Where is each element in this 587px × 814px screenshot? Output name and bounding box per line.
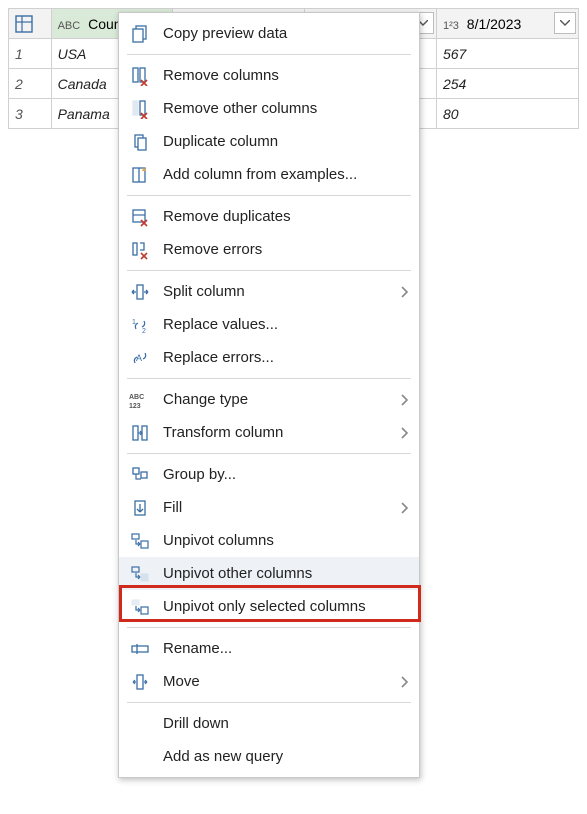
- add-column-examples-icon: [127, 162, 153, 188]
- menu-separator: [127, 702, 411, 703]
- split-column-icon: [127, 279, 153, 305]
- table-icon: [15, 15, 45, 33]
- row-number: 2: [9, 69, 52, 99]
- menu-label: Remove other columns: [163, 100, 409, 117]
- menu-remove-duplicates[interactable]: Remove duplicates: [119, 200, 419, 233]
- menu-label: Group by...: [163, 466, 409, 483]
- menu-label: Unpivot other columns: [163, 565, 409, 582]
- cell-value[interactable]: 80: [436, 99, 578, 129]
- menu-separator: [127, 453, 411, 454]
- copy-icon: [127, 21, 153, 47]
- menu-remove-columns[interactable]: Remove columns: [119, 59, 419, 92]
- menu-change-type[interactable]: ABC 123 Change type: [119, 383, 419, 416]
- menu-label: Transform column: [163, 424, 401, 441]
- row-number: 1: [9, 39, 52, 69]
- menu-duplicate-column[interactable]: Duplicate column: [119, 125, 419, 158]
- menu-separator: [127, 378, 411, 379]
- chevron-right-icon: [401, 502, 409, 514]
- chevron-right-icon: [401, 676, 409, 688]
- menu-unpivot-other-columns[interactable]: Unpivot other columns: [119, 557, 419, 590]
- transform-column-icon: [127, 420, 153, 446]
- menu-add-as-new-query[interactable]: Add as new query: [119, 740, 419, 773]
- unpivot-selected-icon: [127, 594, 153, 620]
- menu-copy-preview-data[interactable]: Copy preview data: [119, 17, 419, 50]
- chevron-right-icon: [401, 427, 409, 439]
- menu-remove-errors[interactable]: Remove errors: [119, 233, 419, 266]
- menu-remove-other-columns[interactable]: Remove other columns: [119, 92, 419, 125]
- cell-value[interactable]: 254: [436, 69, 578, 99]
- menu-group-by[interactable]: Group by...: [119, 458, 419, 491]
- table-corner-cell[interactable]: [9, 9, 52, 39]
- replace-values-icon: 12: [127, 312, 153, 338]
- blank-icon: [127, 744, 153, 770]
- menu-label: Unpivot only selected columns: [163, 598, 409, 615]
- menu-separator: [127, 627, 411, 628]
- menu-rename[interactable]: Rename...: [119, 632, 419, 665]
- menu-fill[interactable]: Fill: [119, 491, 419, 524]
- remove-columns-icon: [127, 63, 153, 89]
- menu-label: Move: [163, 673, 401, 690]
- menu-label: Remove errors: [163, 241, 409, 258]
- move-icon: [127, 669, 153, 695]
- change-type-icon: ABC 123: [127, 387, 153, 413]
- menu-add-column-from-examples[interactable]: Add column from examples...: [119, 158, 419, 191]
- menu-unpivot-only-selected[interactable]: Unpivot only selected columns: [119, 590, 419, 623]
- menu-label: Remove duplicates: [163, 208, 409, 225]
- svg-text:ABC: ABC: [129, 394, 144, 401]
- filter-dropdown-button[interactable]: [554, 12, 576, 34]
- menu-label: Rename...: [163, 640, 409, 657]
- type-badge-text: ABC: [58, 20, 81, 32]
- cell-value[interactable]: 567: [436, 39, 578, 69]
- menu-replace-values[interactable]: 12 Replace values...: [119, 308, 419, 341]
- duplicate-icon: [127, 129, 153, 155]
- menu-label: Change type: [163, 391, 401, 408]
- column-header-date3[interactable]: 1²3 8/1/2023: [436, 9, 578, 39]
- remove-duplicates-icon: [127, 204, 153, 230]
- chevron-right-icon: [401, 286, 409, 298]
- menu-label: Copy preview data: [163, 25, 409, 42]
- menu-drill-down[interactable]: Drill down: [119, 707, 419, 740]
- remove-other-columns-icon: [127, 96, 153, 122]
- column-name: 8/1/2023: [467, 16, 522, 32]
- row-number: 3: [9, 99, 52, 129]
- menu-label: Unpivot columns: [163, 532, 409, 549]
- type-badge-number: 1²3: [443, 20, 459, 32]
- menu-label: Replace values...: [163, 316, 409, 333]
- menu-separator: [127, 54, 411, 55]
- group-by-icon: [127, 462, 153, 488]
- menu-label: Add as new query: [163, 748, 409, 765]
- fill-icon: [127, 495, 153, 521]
- unpivot-icon: [127, 528, 153, 554]
- menu-label: Fill: [163, 499, 401, 516]
- chevron-right-icon: [401, 394, 409, 406]
- menu-label: Drill down: [163, 715, 409, 732]
- menu-label: Remove columns: [163, 67, 409, 84]
- replace-errors-icon: A: [127, 345, 153, 371]
- menu-move[interactable]: Move: [119, 665, 419, 698]
- svg-text:123: 123: [129, 403, 141, 410]
- menu-separator: [127, 270, 411, 271]
- menu-label: Replace errors...: [163, 349, 409, 366]
- menu-split-column[interactable]: Split column: [119, 275, 419, 308]
- menu-unpivot-columns[interactable]: Unpivot columns: [119, 524, 419, 557]
- remove-errors-icon: [127, 237, 153, 263]
- menu-label: Duplicate column: [163, 133, 409, 150]
- unpivot-other-icon: [127, 561, 153, 587]
- blank-icon: [127, 711, 153, 737]
- menu-replace-errors[interactable]: A Replace errors...: [119, 341, 419, 374]
- context-menu: Copy preview data Remove columns Remove …: [118, 12, 420, 778]
- svg-text:A: A: [136, 353, 142, 363]
- menu-label: Split column: [163, 283, 401, 300]
- menu-label: Add column from examples...: [163, 166, 409, 183]
- svg-text:2: 2: [142, 328, 146, 335]
- menu-separator: [127, 195, 411, 196]
- rename-icon: [127, 636, 153, 662]
- menu-transform-column[interactable]: Transform column: [119, 416, 419, 449]
